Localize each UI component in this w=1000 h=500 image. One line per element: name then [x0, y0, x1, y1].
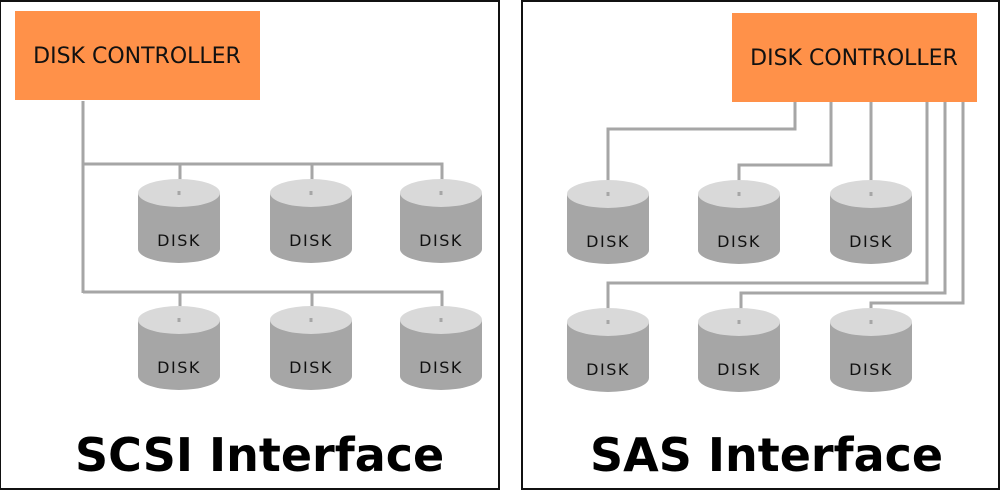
- sas-title: SAS Interface: [590, 428, 944, 482]
- disk-label: DISK: [419, 358, 463, 377]
- disk-label: DISK: [289, 358, 333, 377]
- disk-label: DISK: [157, 231, 201, 250]
- sas-disk: DISK: [567, 308, 649, 392]
- disk-label: DISK: [157, 358, 201, 377]
- disk-label: DISK: [717, 232, 761, 251]
- scsi-bus-wires: [81, 101, 444, 322]
- sas-disk: DISK: [567, 180, 649, 264]
- scsi-disk: DISK: [270, 179, 352, 263]
- scsi-disk: DISK: [400, 179, 482, 263]
- disk-label: DISK: [419, 231, 463, 250]
- scsi-title: SCSI Interface: [75, 428, 445, 482]
- scsi-bus-row1: [83, 162, 444, 195]
- scsi-disk: DISK: [138, 179, 220, 263]
- sas-disk: DISK: [698, 308, 780, 392]
- disk-label: DISK: [586, 232, 630, 251]
- scsi-disk: DISK: [138, 306, 220, 390]
- scsi-bus-row2: [83, 290, 444, 322]
- diagram-canvas: DISK CONTROLLER DISK CONTROLLER DISK DISK…: [15, 11, 977, 392]
- scsi-disk-controller: DISK CONTROLLER: [15, 11, 260, 100]
- disk-label: DISK: [717, 360, 761, 379]
- disk-label: DISK: [849, 360, 893, 379]
- sas-controller-label: DISK CONTROLLER: [750, 46, 958, 71]
- disk-label: DISK: [586, 360, 630, 379]
- sas-link-1: [606, 102, 797, 196]
- disk-label: DISK: [289, 231, 333, 250]
- scsi-controller-label: DISK CONTROLLER: [33, 44, 241, 69]
- sas-disk: DISK: [830, 180, 912, 264]
- scsi-disk: DISK: [270, 306, 352, 390]
- sas-disk: DISK: [698, 180, 780, 264]
- sas-disk-controller: DISK CONTROLLER: [732, 13, 977, 102]
- disk-label: DISK: [849, 232, 893, 251]
- scsi-disk: DISK: [400, 306, 482, 390]
- sas-disk: DISK: [830, 308, 912, 392]
